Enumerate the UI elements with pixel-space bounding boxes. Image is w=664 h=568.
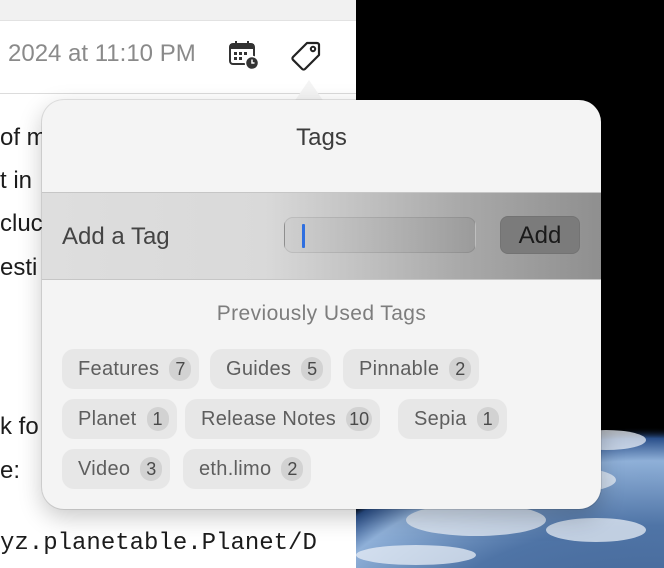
body-text-line: t in <box>0 167 33 194</box>
add-tag-row: Add a Tag Add <box>42 192 601 280</box>
tag-chip-video[interactable]: Video 3 <box>62 449 171 489</box>
tag-chip-label: eth.limo <box>199 457 272 480</box>
tag-chip-label: Sepia <box>414 407 467 430</box>
date-label: 2024 at 11:10 PM <box>8 40 196 67</box>
body-text-line: esti <box>0 254 38 281</box>
popover-title: Tags <box>296 124 347 151</box>
body-text-line: e: <box>0 457 21 484</box>
body-text-line: of m <box>0 124 47 151</box>
tag-chip-count: 3 <box>140 457 163 481</box>
tag-chip-label: Video <box>78 457 131 480</box>
tag-chip-features[interactable]: Features 7 <box>62 349 200 389</box>
tag-chip-count: 10 <box>346 407 373 431</box>
titlebar-strip <box>0 0 356 21</box>
code-line: yz.planetable.Planet/D <box>0 530 317 557</box>
tag-chip-count: 2 <box>281 457 304 481</box>
add-button[interactable]: Add <box>500 216 580 254</box>
tag-chip-label: Release Notes <box>201 407 337 430</box>
previously-used-title: Previously Used Tags <box>216 302 427 325</box>
tag-chip-planet[interactable]: Planet 1 <box>62 399 177 439</box>
tag-chip-sepia[interactable]: Sepia 1 <box>398 399 507 439</box>
tag-chip-count: 1 <box>146 407 169 431</box>
tag-chip-label: Planet <box>78 407 137 430</box>
tag-chip-pinnable[interactable]: Pinnable 2 <box>343 349 480 389</box>
calendar-clock-icon[interactable] <box>228 40 260 70</box>
tag-chip-label: Pinnable <box>359 357 440 380</box>
tag-chip-eth-limo[interactable]: eth.limo 2 <box>183 449 312 489</box>
tag-chip-count: 1 <box>476 407 499 431</box>
tag-input[interactable] <box>284 217 476 253</box>
popover-arrow <box>294 80 324 102</box>
add-tag-label: Add a Tag <box>62 223 170 250</box>
body-text-line: k fo <box>0 413 39 440</box>
body-text-line: cluc <box>0 210 43 237</box>
tags-popover: Tags Add a Tag Add Previously Used Tags … <box>42 100 601 509</box>
tag-chip-count: 5 <box>301 357 324 381</box>
tag-chip-guides[interactable]: Guides 5 <box>210 349 332 389</box>
tag-chip-label: Guides <box>226 357 292 380</box>
text-caret <box>302 224 305 248</box>
tag-icon[interactable] <box>290 40 322 72</box>
tag-chip-count: 7 <box>169 357 192 381</box>
tag-chip-count: 2 <box>449 357 472 381</box>
tag-chip-label: Features <box>78 357 160 380</box>
tag-chip-release-notes[interactable]: Release Notes 10 <box>185 399 381 439</box>
